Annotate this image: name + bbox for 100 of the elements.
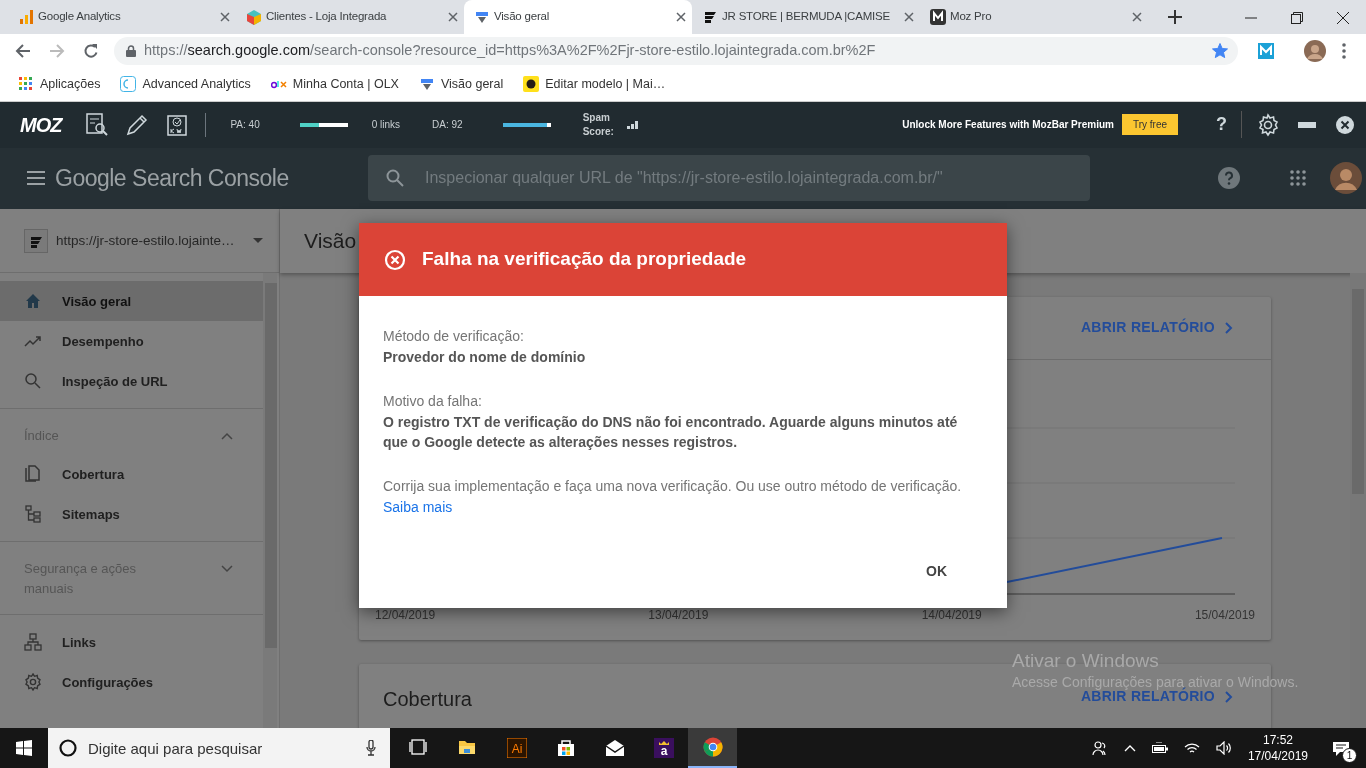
envelope-icon[interactable] xyxy=(604,738,625,758)
sidebar-item[interactable]: Cobertura xyxy=(0,454,263,495)
axis-label: 15/04/2019 xyxy=(1194,606,1255,624)
apps-icon[interactable] xyxy=(1290,170,1306,187)
task-view-icon[interactable] xyxy=(408,738,429,758)
back-icon[interactable] xyxy=(15,42,31,59)
search-field[interactable]: Inspecionar qualquer URL de "https://jr-store-estilo.lojaintegrada.com.br/" xyxy=(368,155,1090,202)
menu-icon[interactable] xyxy=(27,171,45,186)
clock-time[interactable]: 17:52 xyxy=(1262,732,1293,748)
wifi-icon[interactable] xyxy=(1183,742,1200,754)
browser-tab[interactable]: Visão geral xyxy=(464,0,692,34)
star-icon[interactable] xyxy=(1212,42,1228,59)
dropdown-caret-icon[interactable] xyxy=(253,238,263,244)
page-title: Visão xyxy=(304,228,357,255)
home-icon xyxy=(24,292,42,311)
page-analysis-icon[interactable] xyxy=(85,112,110,137)
search-icon xyxy=(24,372,42,391)
metric-label: PA: 40 xyxy=(230,118,260,133)
promo-text: Unlock More Features with MozBar Premium xyxy=(902,118,1114,133)
bookmark[interactable]: Advanced Analytics xyxy=(114,74,257,94)
browser-tab[interactable]: JR STORE | BERMUDA |CAMISE xyxy=(692,0,920,34)
search-icon xyxy=(386,169,404,188)
m-logo-icon xyxy=(930,9,946,25)
browser-tab[interactable]: Clientes - Loja Integrada xyxy=(236,0,464,34)
m-logo-icon[interactable] xyxy=(1258,42,1274,59)
sidebar-item[interactable]: Inspeção de URL xyxy=(0,361,263,402)
sidebar-item[interactable]: Desempenho xyxy=(0,321,263,362)
app-icon[interactable]: Ai xyxy=(506,738,527,758)
sidebar-item[interactable]: Configurações xyxy=(0,662,263,703)
avatar[interactable] xyxy=(1330,162,1362,195)
axis-label: 14/04/2019 xyxy=(921,606,982,624)
clock-date[interactable]: 17/04/2019 xyxy=(1247,748,1308,764)
documents-icon xyxy=(24,465,42,484)
app-icon[interactable]: a xyxy=(653,738,674,758)
browser-tab[interactable]: Moz Pro xyxy=(920,0,1148,34)
network-icon xyxy=(24,633,42,652)
chevron-right-icon xyxy=(1225,321,1233,334)
bar-chart-icon xyxy=(18,9,34,25)
start-icon[interactable] xyxy=(16,740,32,756)
bookmark[interactable]: Minha Conta | OLX xyxy=(264,74,405,94)
metric-reading: 0 links xyxy=(371,118,401,133)
sidebar-item[interactable]: Links xyxy=(0,622,263,663)
avatar[interactable] xyxy=(1304,39,1326,62)
menu-icon[interactable] xyxy=(1342,42,1346,59)
spam-score-label: Spam Score: xyxy=(582,110,615,139)
settings-icon[interactable] xyxy=(1256,112,1280,137)
volume-icon[interactable] xyxy=(1215,741,1232,755)
sidebar-item[interactable]: Sitemaps xyxy=(0,494,263,535)
dialog-title: Falha na verificação da propriedade xyxy=(422,247,747,272)
field-label: Método de verificação: xyxy=(383,327,525,346)
bookmark[interactable]: Editar modelo | Mai… xyxy=(517,74,672,94)
restore-icon[interactable] xyxy=(1291,11,1303,24)
property-url[interactable]: https://jr-store-estilo.lojainte… xyxy=(56,230,245,251)
ok-button[interactable]: OK xyxy=(914,555,959,588)
lock-icon xyxy=(126,44,136,57)
battery-icon[interactable] xyxy=(1151,742,1168,754)
taskbar-search[interactable]: Digite aqui para pesquisar xyxy=(48,728,390,768)
bracket-logo-icon xyxy=(120,76,137,93)
bookmark[interactable]: Visão geral xyxy=(412,74,510,94)
close-icon[interactable] xyxy=(1337,11,1349,24)
help-icon[interactable] xyxy=(1218,167,1240,190)
minimize-bar-icon[interactable] xyxy=(1298,121,1316,128)
apps-icon xyxy=(18,76,34,93)
notification-count: 1 xyxy=(1342,748,1357,763)
bookmark[interactable]: Aplicações xyxy=(12,74,107,94)
moz-logo: MOZ xyxy=(20,112,62,138)
close-icon[interactable] xyxy=(1336,115,1354,134)
cortana-icon xyxy=(59,739,77,757)
sitemap-icon xyxy=(24,505,42,524)
card-title: Cobertura xyxy=(383,686,472,712)
help-button[interactable]: ? xyxy=(1216,111,1242,139)
axis-label: 13/04/2019 xyxy=(648,606,709,624)
signal-icon xyxy=(626,120,639,129)
store-bag-icon[interactable] xyxy=(555,738,576,758)
try-free-button[interactable]: Try free xyxy=(1121,114,1178,136)
microphone-icon[interactable] xyxy=(366,740,376,756)
dialog-note: Corrija sua implementação e faça uma nova verificação. Ou use outro método de verificação. xyxy=(383,477,963,496)
sidebar-item[interactable]: Visão geral xyxy=(0,281,263,322)
chevron-right-icon xyxy=(1225,690,1233,703)
axis-label: 12/04/2019 xyxy=(375,606,436,624)
error-icon xyxy=(384,248,406,271)
product-logo: Google Search Console xyxy=(55,164,289,194)
new-tab-icon[interactable] xyxy=(1168,10,1182,24)
scrollbar[interactable] xyxy=(263,273,277,728)
pencil-icon[interactable] xyxy=(125,112,150,137)
field-value: O registro TXT de verificação do DNS não foi encontrado. Aguarde alguns minutos até que o Google detecte as alterações nesses registros. xyxy=(383,413,959,452)
people-icon[interactable] xyxy=(1091,740,1108,756)
cube-icon xyxy=(246,9,262,25)
taskbar-button[interactable] xyxy=(688,728,737,768)
keyword-icon[interactable] xyxy=(165,112,190,137)
settings-icon xyxy=(24,673,42,692)
close-icon[interactable] xyxy=(676,12,686,22)
learn-more-link[interactable]: Saiba mais xyxy=(383,499,453,515)
field-value: Provedor do nome de domínio xyxy=(383,348,587,367)
field-label: Motivo da falha: xyxy=(383,392,483,411)
metric-label: DA: 92 xyxy=(432,118,463,133)
reload-icon[interactable] xyxy=(83,42,99,59)
chrome-icon[interactable] xyxy=(702,737,723,757)
browser-tab[interactable]: Google Analytics xyxy=(8,0,236,34)
chevron-down-icon[interactable] xyxy=(221,565,233,574)
